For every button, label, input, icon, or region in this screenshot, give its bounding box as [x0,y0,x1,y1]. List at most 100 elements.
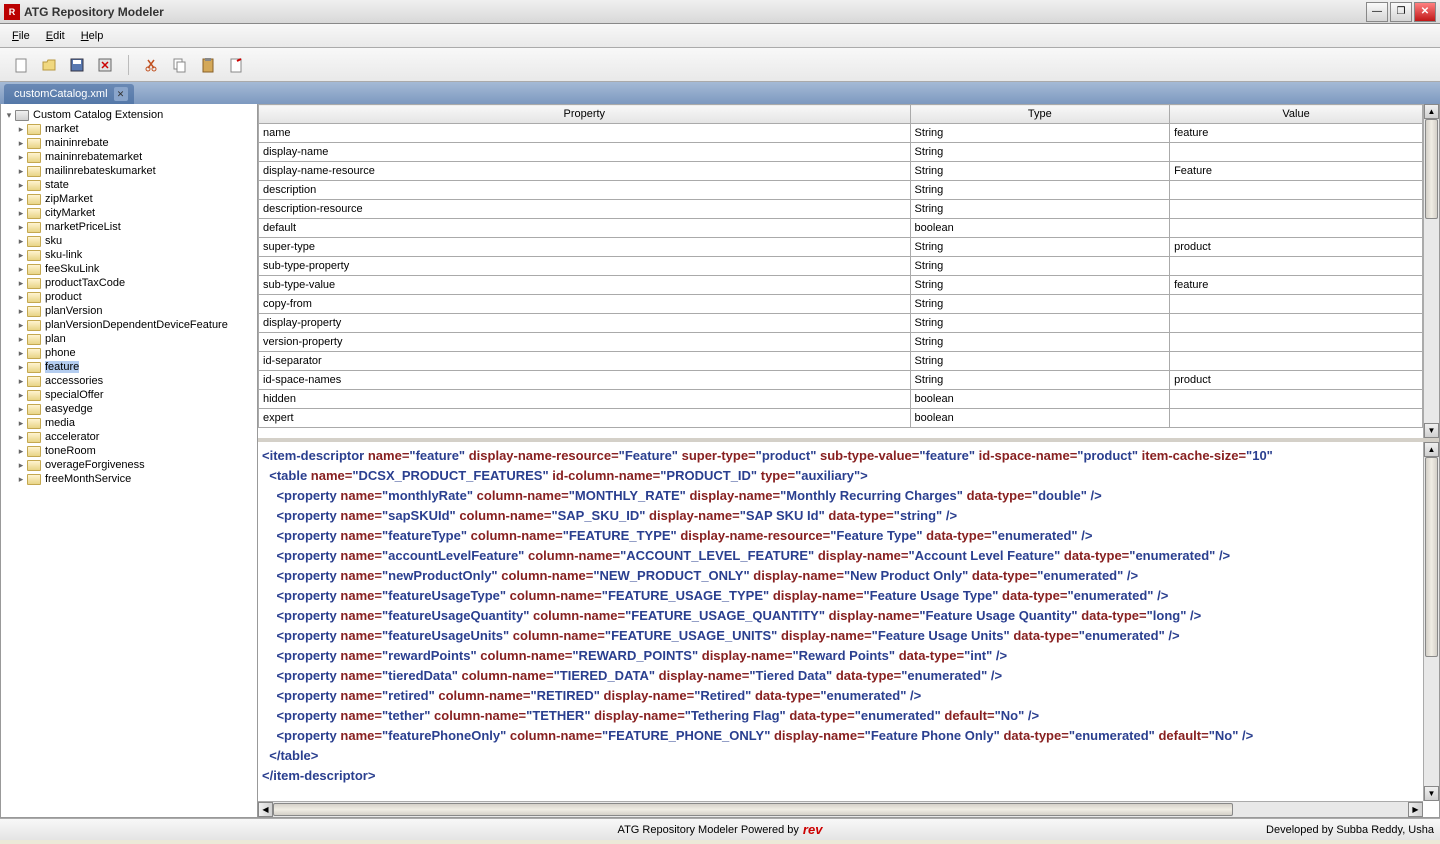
table-row[interactable]: defaultboolean [259,219,1423,238]
tree-root-label: Custom Catalog Extension [33,109,163,121]
close-button[interactable]: ✕ [1414,2,1436,22]
cell: String [910,314,1170,333]
menu-help[interactable]: Help [73,28,112,44]
tree-item-label: toneRoom [45,445,96,457]
tree-item-sku-link[interactable]: ▸sku-link [15,248,255,262]
tree-item-feeSkuLink[interactable]: ▸feeSkuLink [15,262,255,276]
tree-item-label: productTaxCode [45,277,125,289]
xml-scrollbar-h[interactable]: ◀ ▶ [258,801,1423,817]
tree-root[interactable]: ▾Custom Catalog Extension [3,108,255,122]
tree-item-feature[interactable]: ▸feature [15,360,255,374]
scroll-left-icon[interactable]: ◀ [258,802,273,817]
col-type[interactable]: Type [910,105,1170,124]
tree-item-marketPriceList[interactable]: ▸marketPriceList [15,220,255,234]
tree-item-specialOffer[interactable]: ▸specialOffer [15,388,255,402]
file-tab[interactable]: customCatalog.xml ✕ [4,84,134,104]
tree-item-accelerator[interactable]: ▸accelerator [15,430,255,444]
tree-item-maininrebate[interactable]: ▸maininrebate [15,136,255,150]
tree-item-phone[interactable]: ▸phone [15,346,255,360]
table-row[interactable]: expertboolean [259,409,1423,428]
saveall-button[interactable] [94,54,116,76]
tree-item-freeMonthService[interactable]: ▸freeMonthService [15,472,255,486]
cell: display-property [259,314,911,333]
tree-item-accessories[interactable]: ▸accessories [15,374,255,388]
tree-item-media[interactable]: ▸media [15,416,255,430]
tab-label: customCatalog.xml [14,88,108,100]
menu-edit[interactable]: Edit [38,28,73,44]
scroll-up-icon[interactable]: ▲ [1424,442,1439,457]
table-row[interactable]: display-name-resourceStringFeature [259,162,1423,181]
menu-file[interactable]: File [4,28,38,44]
table-row[interactable]: nameStringfeature [259,124,1423,143]
cell: copy-from [259,295,911,314]
tree-item-productTaxCode[interactable]: ▸productTaxCode [15,276,255,290]
xml-scrollbar-v[interactable]: ▲ ▼ [1423,442,1439,801]
minimize-button[interactable]: — [1366,2,1388,22]
table-row[interactable]: sub-type-valueStringfeature [259,276,1423,295]
scroll-up-icon[interactable]: ▲ [1424,104,1439,119]
cell [1170,352,1423,371]
tree-item-cityMarket[interactable]: ▸cityMarket [15,206,255,220]
cell: description [259,181,911,200]
paste-button[interactable] [197,54,219,76]
tree-sidebar[interactable]: ▾Custom Catalog Extension▸market▸maininr… [0,104,258,818]
cell [1170,219,1423,238]
tree-item-toneRoom[interactable]: ▸toneRoom [15,444,255,458]
tree-item-overageForgiveness[interactable]: ▸overageForgiveness [15,458,255,472]
tree-item-plan[interactable]: ▸plan [15,332,255,346]
delete-button[interactable] [225,54,247,76]
tab-close-icon[interactable]: ✕ [114,87,128,101]
logo-text: rev [803,822,823,837]
tree-item-maininrebatemarket[interactable]: ▸maininrebatemarket [15,150,255,164]
table-row[interactable]: id-separatorString [259,352,1423,371]
tree-item-easyedge[interactable]: ▸easyedge [15,402,255,416]
table-row[interactable]: display-propertyString [259,314,1423,333]
scroll-right-icon[interactable]: ▶ [1408,802,1423,817]
cell: String [910,371,1170,390]
maximize-button[interactable]: ❐ [1390,2,1412,22]
scroll-thumb[interactable] [1425,119,1438,219]
tree-item-label: freeMonthService [45,473,131,485]
cell [1170,181,1423,200]
col-value[interactable]: Value [1170,105,1423,124]
cut-button[interactable] [141,54,163,76]
tree-item-zipMarket[interactable]: ▸zipMarket [15,192,255,206]
table-row[interactable]: descriptionString [259,181,1423,200]
table-row[interactable]: copy-fromString [259,295,1423,314]
tree-item-planVersion[interactable]: ▸planVersion [15,304,255,318]
open-button[interactable] [38,54,60,76]
app-icon: R [4,4,20,20]
table-row[interactable]: super-typeStringproduct [259,238,1423,257]
table-row[interactable]: display-nameString [259,143,1423,162]
tree-item-mailinrebateskumarket[interactable]: ▸mailinrebateskumarket [15,164,255,178]
table-row[interactable]: id-space-namesStringproduct [259,371,1423,390]
new-button[interactable] [10,54,32,76]
status-center: ATG Repository Modeler Powered by [618,824,799,836]
scroll-down-icon[interactable]: ▼ [1424,423,1439,438]
tree-item-label: feature [45,361,79,373]
table-row[interactable]: hiddenboolean [259,390,1423,409]
table-row[interactable]: sub-type-propertyString [259,257,1423,276]
table-scrollbar-v[interactable]: ▲ ▼ [1423,104,1439,438]
tree-item-sku[interactable]: ▸sku [15,234,255,248]
tree-item-planVersionDependentDeviceFeature[interactable]: ▸planVersionDependentDeviceFeature [15,318,255,332]
tree-item-label: media [45,417,75,429]
cell [1170,257,1423,276]
cell [1170,333,1423,352]
cell: description-resource [259,200,911,219]
save-button[interactable] [66,54,88,76]
table-row[interactable]: description-resourceString [259,200,1423,219]
scroll-down-icon[interactable]: ▼ [1424,786,1439,801]
copy-button[interactable] [169,54,191,76]
cell: Feature [1170,162,1423,181]
cell: String [910,238,1170,257]
col-property[interactable]: Property [259,105,911,124]
toolbar [0,48,1440,82]
tree-item-market[interactable]: ▸market [15,122,255,136]
xml-viewer[interactable]: <item-descriptor name="feature" display-… [258,442,1439,801]
scroll-thumb[interactable] [1425,457,1438,657]
scroll-thumb[interactable] [273,803,1233,816]
tree-item-state[interactable]: ▸state [15,178,255,192]
table-row[interactable]: version-propertyString [259,333,1423,352]
tree-item-product[interactable]: ▸product [15,290,255,304]
